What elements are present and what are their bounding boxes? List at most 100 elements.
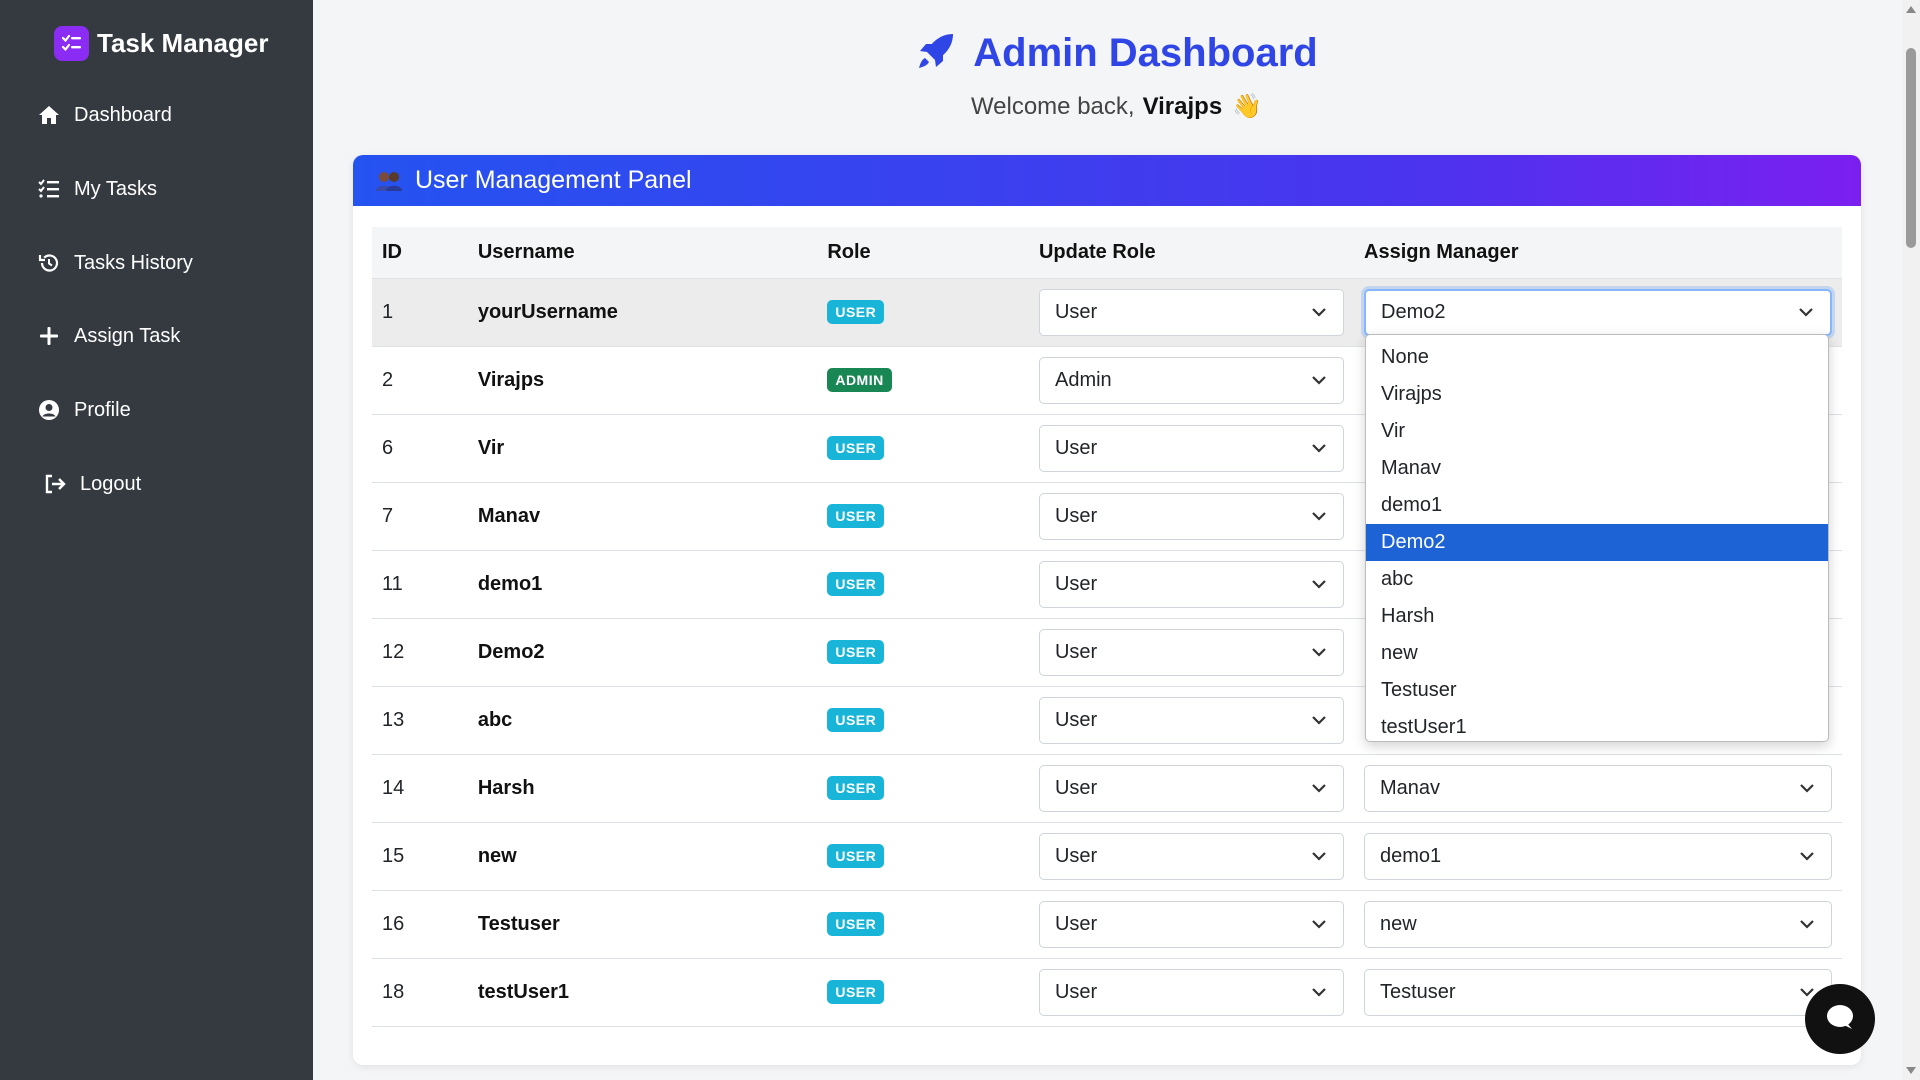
assign-manager-select[interactable]: new xyxy=(1364,900,1832,948)
chevron-down-icon xyxy=(1311,579,1327,589)
dropdown-option[interactable]: testUser1 xyxy=(1366,709,1828,746)
cell-username: Virajps xyxy=(467,346,818,415)
dropdown-option[interactable]: Manav xyxy=(1366,450,1828,487)
chevron-down-icon xyxy=(1311,919,1327,929)
brand[interactable]: Task Manager xyxy=(54,26,268,61)
cell-username: Manav xyxy=(467,482,818,551)
select-value: new xyxy=(1380,912,1417,935)
dropdown-option[interactable]: demo1 xyxy=(1366,487,1828,524)
dropdown-option[interactable]: new xyxy=(1366,635,1828,672)
cell-id: 14 xyxy=(372,754,468,823)
chevron-down-icon xyxy=(1311,851,1327,861)
role-badge: USER xyxy=(827,776,885,800)
waving-hand-icon: 👋 xyxy=(1232,93,1263,120)
update-role-select[interactable]: User xyxy=(1038,560,1344,608)
task-list-logo-icon xyxy=(54,26,89,61)
update-role-select[interactable]: User xyxy=(1038,424,1344,472)
cell-username: abc xyxy=(467,686,818,755)
select-value: User xyxy=(1054,776,1098,799)
sidebar-item-my-tasks[interactable]: My Tasks xyxy=(36,176,157,202)
cell-id: 18 xyxy=(372,958,468,1027)
cell-id: 12 xyxy=(372,618,468,687)
scrollbar-thumb[interactable] xyxy=(1906,48,1916,248)
cell-username: Testuser xyxy=(467,890,818,959)
sidebar: Task Manager Dashboard My Tasks Tasks Hi… xyxy=(0,0,313,1080)
sidebar-item-label: My Tasks xyxy=(74,177,157,200)
cell-username: Harsh xyxy=(467,754,818,823)
assign-manager-select[interactable]: demo1 xyxy=(1364,832,1832,880)
update-role-select[interactable]: User xyxy=(1038,832,1344,880)
cell-username: yourUsername xyxy=(467,278,818,347)
assign-manager-select[interactable]: Demo2 xyxy=(1364,288,1832,336)
page-scrollbar[interactable] xyxy=(1902,0,1920,1080)
chevron-down-icon xyxy=(1311,987,1327,997)
column-header-username: Username xyxy=(467,227,818,279)
select-value: User xyxy=(1054,572,1098,595)
dropdown-option[interactable]: Testuser xyxy=(1366,672,1828,709)
sidebar-item-logout[interactable]: Logout xyxy=(42,471,141,497)
chevron-down-icon xyxy=(1799,851,1815,861)
logout-icon xyxy=(42,471,68,497)
list-icon xyxy=(36,176,62,202)
update-role-select[interactable]: User xyxy=(1038,764,1344,812)
role-badge: USER xyxy=(827,980,885,1004)
update-role-select[interactable]: User xyxy=(1038,628,1344,676)
sidebar-item-profile[interactable]: Profile xyxy=(36,397,131,423)
panel-title: User Management Panel xyxy=(415,166,692,194)
welcome-username: Virajps xyxy=(1142,92,1223,120)
scroll-down-arrow-icon[interactable] xyxy=(1906,1067,1916,1074)
update-role-select[interactable]: Admin xyxy=(1038,356,1344,404)
role-badge: USER xyxy=(827,572,885,596)
sidebar-item-tasks-history[interactable]: Tasks History xyxy=(36,250,193,276)
page-title-row: Admin Dashboard xyxy=(313,30,1920,77)
chevron-down-icon xyxy=(1311,307,1327,317)
select-value: Manav xyxy=(1380,776,1441,799)
update-role-select[interactable]: User xyxy=(1038,288,1344,336)
role-badge: USER xyxy=(827,912,885,936)
dropdown-option[interactable]: None xyxy=(1366,339,1828,376)
chat-button[interactable] xyxy=(1805,984,1875,1054)
table-header-row: ID Username Role Update Role Assign Mana… xyxy=(372,227,1842,279)
select-value: User xyxy=(1054,436,1098,459)
select-value: Testuser xyxy=(1380,980,1456,1003)
sidebar-item-label: Tasks History xyxy=(74,251,193,274)
scroll-up-arrow-icon[interactable] xyxy=(1906,6,1916,13)
sidebar-item-dashboard[interactable]: Dashboard xyxy=(36,102,172,128)
cell-username: Vir xyxy=(467,414,818,483)
column-header-id: ID xyxy=(372,227,468,279)
dropdown-option[interactable]: abc xyxy=(1366,561,1828,598)
column-header-update-role: Update Role xyxy=(1028,227,1354,279)
dropdown-option[interactable]: Vir xyxy=(1366,413,1828,450)
user-circle-icon xyxy=(36,397,62,423)
home-icon xyxy=(36,102,62,128)
table-row: 16 Testuser USER User new xyxy=(372,890,1842,959)
history-icon xyxy=(36,250,62,276)
select-value: User xyxy=(1054,708,1098,731)
select-value: User xyxy=(1054,980,1098,1003)
update-role-select[interactable]: User xyxy=(1038,900,1344,948)
rocket-icon xyxy=(915,30,957,77)
assign-manager-dropdown-list: None Virajps Vir Manav demo1 Demo2 abc H… xyxy=(1365,334,1829,742)
role-badge: USER xyxy=(827,844,885,868)
sidebar-item-label: Logout xyxy=(80,472,142,495)
assign-manager-select[interactable]: Testuser xyxy=(1364,968,1832,1016)
chevron-down-icon xyxy=(1311,783,1327,793)
cell-id: 13 xyxy=(372,686,468,755)
dropdown-option[interactable]: Virajps xyxy=(1366,376,1828,413)
assign-manager-select[interactable]: Manav xyxy=(1364,764,1832,812)
role-badge: USER xyxy=(827,708,885,732)
role-badge: USER xyxy=(827,504,885,528)
users-icon xyxy=(375,170,403,192)
update-role-select[interactable]: User xyxy=(1038,968,1344,1016)
dropdown-option-selected[interactable]: Demo2 xyxy=(1366,524,1828,561)
select-value: User xyxy=(1054,300,1098,323)
select-value: Admin xyxy=(1054,368,1112,391)
select-value: User xyxy=(1054,504,1098,527)
welcome-message: Welcome back, Virajps 👋 xyxy=(313,92,1920,121)
dropdown-option[interactable]: Harsh xyxy=(1366,598,1828,635)
role-badge: USER xyxy=(827,300,885,324)
sidebar-item-assign-task[interactable]: Assign Task xyxy=(36,323,180,349)
update-role-select[interactable]: User xyxy=(1038,492,1344,540)
update-role-select[interactable]: User xyxy=(1038,696,1344,744)
cell-id: 16 xyxy=(372,890,468,959)
